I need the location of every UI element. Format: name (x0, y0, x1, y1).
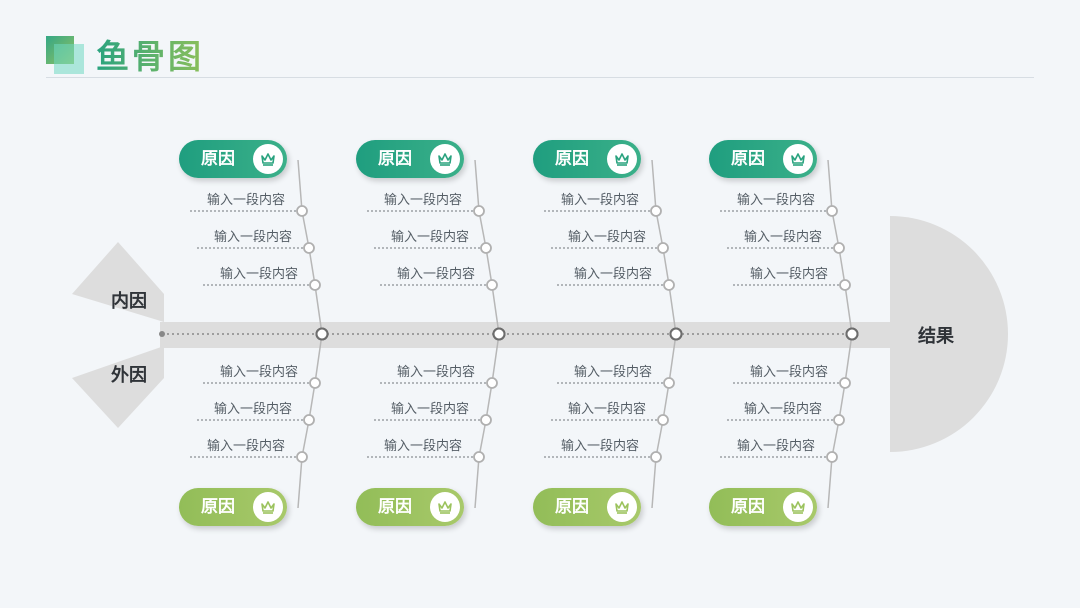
bottom-item-node (486, 377, 498, 389)
top-item-node (486, 279, 498, 291)
top-branch-4-item: 输入一段内容 (737, 193, 816, 208)
top-cause-pill-3: 原因 (533, 140, 641, 178)
top-cause-pill-1: 原因 (179, 140, 287, 178)
fish-tail-lower (72, 346, 164, 428)
result-label: 结果 (918, 326, 954, 347)
crown-icon (783, 144, 813, 174)
bottom-item-node (296, 451, 308, 463)
top-item-node (663, 279, 675, 291)
slide: 鱼骨图 结果 内因 外因 输入一段内容 输入一段内容 输入一段内容 原因 输入一段内容输… (0, 0, 1080, 608)
bottom-item-node (657, 414, 669, 426)
bottom-branch-4-item: 输入一段内容 (744, 402, 823, 417)
cause-label: 原因 (555, 149, 589, 169)
bottom-item-node (839, 377, 851, 389)
cause-label: 原因 (555, 497, 589, 517)
top-branch-3-item: 输入一段内容 (561, 193, 640, 208)
external-cause-label: 外因 (111, 365, 147, 386)
top-item-node (303, 242, 315, 254)
crown-icon (607, 492, 637, 522)
top-item-node (473, 205, 485, 217)
top-item-node (839, 279, 851, 291)
top-branch-3-item: 输入一段内容 (574, 267, 653, 282)
crown-icon (607, 144, 637, 174)
crown-icon (253, 144, 283, 174)
top-branch-4-item: 输入一段内容 (744, 230, 823, 245)
bottom-branch-4-item: 输入一段内容 (750, 365, 829, 380)
bottom-branch-1-item: 输入一段内容 (214, 402, 293, 417)
bottom-item-node (663, 377, 675, 389)
top-branch-3-item: 输入一段内容 (568, 230, 647, 245)
internal-cause-label: 内因 (111, 291, 147, 312)
spine-node (315, 327, 329, 341)
cause-label: 原因 (201, 497, 235, 517)
bottom-cause-pill-4: 原因 (709, 488, 817, 526)
top-branch-1-item: 输入一段内容 (220, 267, 299, 282)
bottom-item-node (309, 377, 321, 389)
bottom-item-node (650, 451, 662, 463)
bottom-branch-2-item: 输入一段内容 (384, 439, 463, 454)
bottom-branch-1-item: 输入一段内容 (220, 365, 299, 380)
cause-label: 原因 (731, 497, 765, 517)
bottom-cause-pill-2: 原因 (356, 488, 464, 526)
cause-label: 原因 (378, 497, 412, 517)
top-branch-4-item: 输入一段内容 (750, 267, 829, 282)
top-cause-pill-4: 原因 (709, 140, 817, 178)
bottom-item-node (833, 414, 845, 426)
bottom-item-node (826, 451, 838, 463)
top-branch-1-item: 输入一段内容 (207, 193, 286, 208)
spine-node (845, 327, 859, 341)
top-cause-pill-2: 原因 (356, 140, 464, 178)
bottom-branch-2-item: 输入一段内容 (391, 402, 470, 417)
top-item-node (296, 205, 308, 217)
top-branch-2-item: 输入一段内容 (391, 230, 470, 245)
top-branch-2-item: 输入一段内容 (384, 193, 463, 208)
bottom-item-node (303, 414, 315, 426)
spine-node (492, 327, 506, 341)
bottom-branch-3-item: 输入一段内容 (574, 365, 653, 380)
top-item-node (826, 205, 838, 217)
crown-icon (783, 492, 813, 522)
crown-icon (430, 492, 460, 522)
bottom-branch-3-item: 输入一段内容 (561, 439, 640, 454)
bottom-cause-pill-1: 原因 (179, 488, 287, 526)
top-item-node (309, 279, 321, 291)
top-item-node (480, 242, 492, 254)
bottom-cause-pill-3: 原因 (533, 488, 641, 526)
bottom-item-node (480, 414, 492, 426)
top-item-node (657, 242, 669, 254)
crown-icon (430, 144, 460, 174)
fish-spine (160, 322, 900, 348)
bottom-branch-4-item: 输入一段内容 (737, 439, 816, 454)
spine-start-dot (159, 331, 165, 337)
bottom-branch-2-item: 输入一段内容 (397, 365, 476, 380)
cause-label: 原因 (201, 149, 235, 169)
crown-icon (253, 492, 283, 522)
bottom-branch-3-item: 输入一段内容 (568, 402, 647, 417)
top-item-node (650, 205, 662, 217)
top-item-node (833, 242, 845, 254)
top-branch-2-item: 输入一段内容 (397, 267, 476, 282)
spine-node (669, 327, 683, 341)
cause-label: 原因 (378, 149, 412, 169)
cause-label: 原因 (731, 149, 765, 169)
bottom-item-node (473, 451, 485, 463)
bottom-branch-1-item: 输入一段内容 (207, 439, 286, 454)
top-branch-1-item: 输入一段内容 (214, 230, 293, 245)
